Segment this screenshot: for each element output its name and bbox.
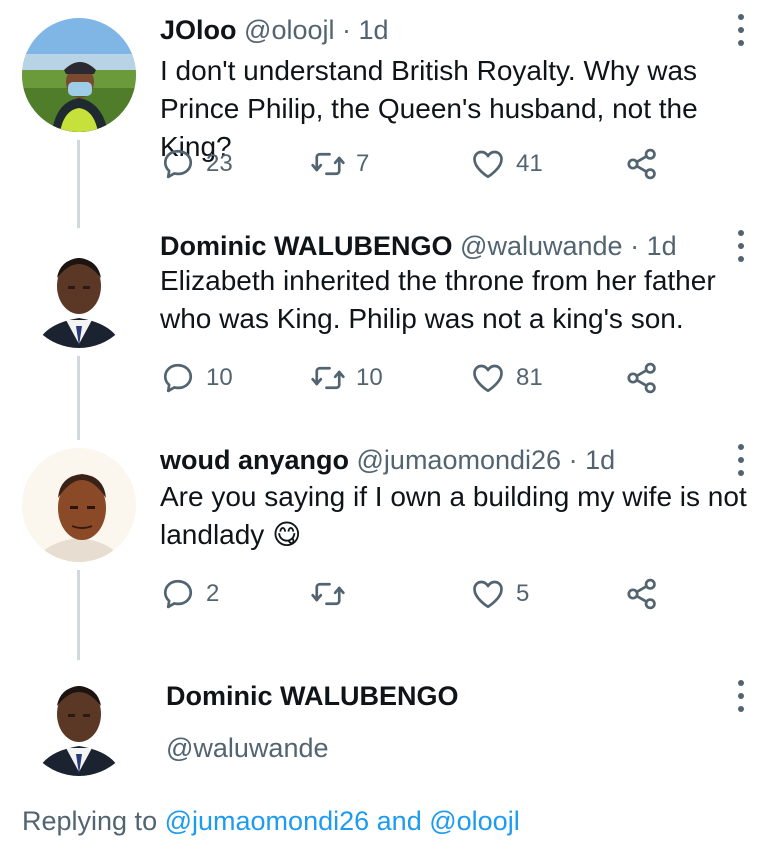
- separator-dot: ·: [342, 15, 351, 45]
- share-icon: [627, 148, 656, 180]
- reply-count: 10: [206, 364, 233, 391]
- tweet-actions: 2 5: [160, 574, 680, 614]
- like-count: 81: [516, 364, 543, 391]
- reply-count: 2: [206, 580, 220, 607]
- reply-icon: [163, 149, 193, 179]
- replying-and[interactable]: and: [377, 806, 422, 836]
- retweet-button[interactable]: [310, 574, 356, 614]
- focused-tweet[interactable]: Dominic WALUBENGO @waluwande: [0, 660, 768, 790]
- reply-icon: [163, 579, 193, 609]
- avatar[interactable]: [22, 18, 136, 132]
- display-name[interactable]: woud anyango: [160, 445, 349, 475]
- heart-icon: [473, 580, 503, 609]
- separator-dot: ·: [568, 445, 578, 475]
- like-button[interactable]: 81: [470, 358, 543, 398]
- reply-count: 23: [206, 150, 233, 177]
- user-handle[interactable]: @waluwande: [460, 231, 623, 261]
- user-handle[interactable]: @waluwande: [166, 733, 329, 763]
- mention-link[interactable]: @jumaomondi26: [165, 806, 370, 836]
- timestamp[interactable]: 1d: [647, 231, 677, 261]
- tweet-actions: 10 10 81: [160, 358, 680, 398]
- tweet-header: woud anyango @jumaomondi26 · 1d: [160, 444, 615, 476]
- more-vertical-icon[interactable]: [736, 14, 746, 46]
- share-icon: [627, 362, 656, 394]
- avatar[interactable]: [22, 234, 136, 348]
- display-name[interactable]: Dominic WALUBENGO: [160, 231, 453, 261]
- user-handle[interactable]: @oloojl: [244, 15, 334, 45]
- retweet-button[interactable]: 7: [310, 144, 369, 184]
- display-name[interactable]: Dominic WALUBENGO: [166, 681, 459, 711]
- avatar[interactable]: [22, 448, 136, 562]
- separator-dot: ·: [630, 231, 640, 261]
- tweet-header: Dominic WALUBENGO @waluwande · 1d: [160, 230, 677, 262]
- tweet[interactable]: woud anyango @jumaomondi26 · 1d Are you …: [0, 442, 768, 642]
- share-button[interactable]: [624, 574, 660, 614]
- timestamp[interactable]: 1d: [585, 445, 615, 475]
- emoji: 😋: [272, 519, 302, 550]
- like-count: 41: [516, 150, 543, 177]
- retweet-icon: [311, 582, 345, 606]
- reply-button[interactable]: 10: [160, 358, 233, 398]
- more-vertical-icon[interactable]: [736, 444, 746, 476]
- heart-icon: [473, 150, 503, 179]
- tweet-actions: 23 7 41: [160, 144, 680, 184]
- tweet-text: Are you saying if I own a building my wi…: [160, 478, 750, 554]
- share-icon: [627, 578, 656, 610]
- share-button[interactable]: [624, 358, 660, 398]
- more-vertical-icon[interactable]: [736, 680, 746, 712]
- tweet-text: Elizabeth inherited the throne from her …: [160, 265, 716, 334]
- more-vertical-icon[interactable]: [736, 230, 746, 262]
- like-count: 5: [516, 580, 530, 607]
- retweet-icon: [311, 152, 345, 176]
- retweet-count: 10: [356, 364, 383, 391]
- reply-button[interactable]: 2: [160, 574, 219, 614]
- focused-handle[interactable]: @waluwande: [166, 732, 329, 764]
- display-name[interactable]: JOloo: [160, 15, 237, 45]
- like-button[interactable]: 41: [470, 144, 543, 184]
- retweet-icon: [311, 366, 345, 390]
- tweet[interactable]: JOloo @oloojl · 1d I don't understand Br…: [0, 12, 768, 212]
- share-button[interactable]: [624, 144, 660, 184]
- retweet-count: 7: [356, 150, 370, 177]
- tweet-header: JOloo @oloojl · 1d: [160, 14, 389, 46]
- avatar[interactable]: [22, 662, 136, 776]
- mention-link[interactable]: @oloojl: [429, 806, 519, 836]
- replying-prefix: Replying to: [22, 806, 158, 836]
- reply-icon: [163, 363, 193, 393]
- timestamp[interactable]: 1d: [359, 15, 389, 45]
- user-handle[interactable]: @jumaomondi26: [357, 445, 562, 475]
- retweet-button[interactable]: 10: [310, 358, 383, 398]
- tweet[interactable]: Dominic WALUBENGO @waluwande · 1d Elizab…: [0, 228, 768, 428]
- like-button[interactable]: 5: [470, 574, 529, 614]
- replying-to: Replying to @jumaomondi26 and @oloojl: [22, 806, 520, 837]
- tweet-text-content: Are you saying if I own a building my wi…: [160, 481, 747, 550]
- heart-icon: [473, 364, 503, 393]
- focused-name[interactable]: Dominic WALUBENGO: [166, 680, 459, 712]
- reply-button[interactable]: 23: [160, 144, 233, 184]
